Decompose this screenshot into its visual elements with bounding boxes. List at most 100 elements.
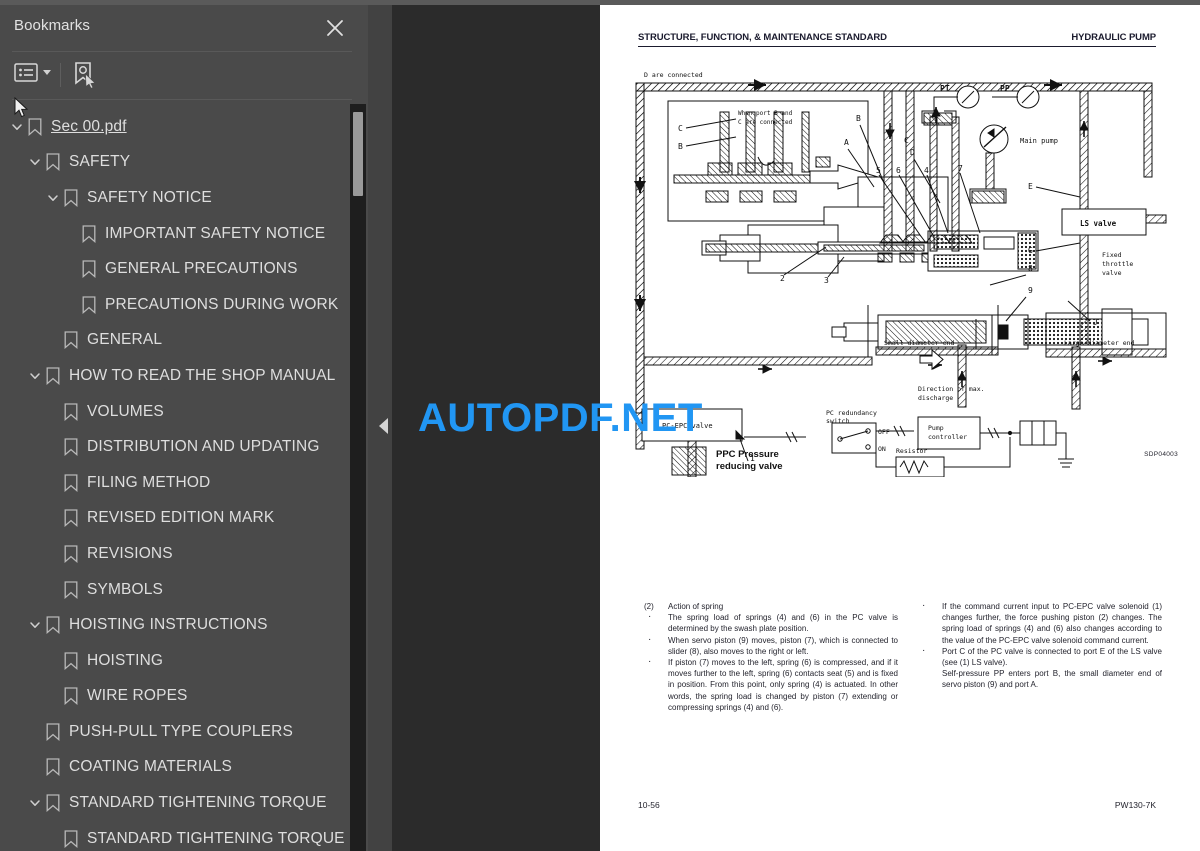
- bookmark-item[interactable]: IMPORTANT SAFETY NOTICE: [0, 216, 352, 252]
- panel-title: Bookmarks: [14, 17, 90, 34]
- bookmark-item[interactable]: FILING METHOD: [0, 465, 352, 501]
- list-options-icon: [14, 63, 38, 82]
- svg-text:E: E: [1028, 182, 1033, 191]
- svg-text:PP: PP: [1000, 84, 1010, 93]
- bookmark-icon: [62, 402, 80, 421]
- bookmark-icon: [62, 687, 80, 706]
- svg-text:discharge: discharge: [918, 394, 953, 402]
- diagram-label-d-connected: D are connected: [644, 71, 703, 79]
- right-bullet-1: · If the command current input to PC-EPC…: [918, 600, 1162, 646]
- svg-text:6: 6: [896, 166, 901, 175]
- bookmark-item[interactable]: HOISTING INSTRUCTIONS: [0, 607, 352, 643]
- bullet-marker: ·: [922, 644, 926, 656]
- bookmark-item[interactable]: PUSH-PULL TYPE COUPLERS: [0, 714, 352, 750]
- bookmarks-toolbar: [0, 55, 368, 99]
- chevron-down-icon[interactable]: [26, 794, 44, 812]
- right-bullet-1-text: If the command current input to PC-EPC v…: [942, 602, 1162, 645]
- figure-code: SDP04003: [1144, 451, 1178, 458]
- bullet-marker: ·: [648, 633, 652, 645]
- svg-text:Small diameter end: Small diameter end: [884, 339, 955, 347]
- bookmark-label: STANDARD TIGHTENING TORQUE: [87, 829, 345, 847]
- svg-text:Pump: Pump: [928, 424, 944, 432]
- svg-text:G: G: [1028, 246, 1033, 255]
- hydraulic-pump-schematic: D are connected When port B and C are co…: [628, 57, 1168, 477]
- svg-text:3: 3: [824, 276, 829, 285]
- svg-text:PC-EPC valve: PC-EPC valve: [662, 422, 713, 430]
- left-bullet-3: · If piston (7) moves to the left, sprin…: [644, 656, 898, 713]
- chevron-down-icon[interactable]: [8, 118, 26, 136]
- panel-divider-bottom: [12, 99, 352, 100]
- bookmark-icon: [80, 224, 98, 243]
- bookmark-item[interactable]: VOLUMES: [0, 394, 352, 430]
- bookmark-icon: [26, 118, 44, 136]
- svg-text:valve: valve: [1102, 269, 1122, 277]
- bookmark-item[interactable]: GENERAL: [0, 323, 352, 359]
- bookmark-label: GENERAL: [87, 331, 163, 349]
- bookmark-label: HOISTING INSTRUCTIONS: [69, 616, 268, 634]
- bookmark-label: GENERAL PRECAUTIONS: [105, 260, 298, 278]
- svg-text:LS valve: LS valve: [1080, 219, 1117, 228]
- bullet-marker: ·: [648, 656, 652, 668]
- bookmark-label: HOW TO READ THE SHOP MANUAL: [69, 366, 336, 384]
- bookmark-item[interactable]: STANDARD TIGHTENING TORQUE: [0, 785, 352, 821]
- bookmark-item[interactable]: HOW TO READ THE SHOP MANUAL: [0, 358, 352, 394]
- bookmark-label: PRECAUTIONS DURING WORK: [105, 295, 339, 313]
- bookmark-item[interactable]: GENERAL PRECAUTIONS: [0, 251, 352, 287]
- svg-text:8: 8: [1028, 264, 1033, 273]
- svg-text:throttle: throttle: [1102, 260, 1133, 268]
- bookmark-item[interactable]: SAFETY NOTICE: [0, 180, 352, 216]
- bookmark-item[interactable]: HOISTING: [0, 643, 352, 679]
- svg-text:J: J: [1093, 318, 1098, 327]
- svg-text:9: 9: [1028, 286, 1033, 295]
- bookmark-item[interactable]: Sec 00.pdf: [0, 109, 352, 145]
- bookmark-options-button[interactable]: [14, 63, 51, 82]
- bookmark-label: HOISTING: [87, 651, 164, 669]
- svg-text:reducing valve: reducing valve: [716, 461, 783, 472]
- bookmark-label: SYMBOLS: [87, 580, 163, 598]
- left-bullet-1-text: The spring load of springs (4) and (6) i…: [668, 613, 898, 634]
- bookmark-icon: [80, 296, 98, 314]
- bookmark-icon: [62, 830, 80, 848]
- bookmark-item[interactable]: SYMBOLS: [0, 572, 352, 608]
- document-viewer: STRUCTURE, FUNCTION, & MAINTENANCE STAND…: [392, 5, 1200, 851]
- svg-text:controller: controller: [928, 433, 967, 441]
- bookmarks-panel-header: Bookmarks: [0, 5, 368, 51]
- page-header-right: HYDRAULIC PUMP: [1071, 32, 1156, 43]
- bookmark-icon: [62, 545, 80, 563]
- chevron-down-icon[interactable]: [26, 616, 44, 634]
- chevron-down-icon[interactable]: [26, 367, 44, 385]
- bullet-marker: ·: [922, 600, 926, 611]
- svg-text:Fixed: Fixed: [1102, 251, 1122, 259]
- bookmarks-scrollbar-thumb[interactable]: [353, 112, 363, 196]
- svg-text:A: A: [844, 138, 849, 147]
- text-column-right: · If the command current input to PC-EPC…: [918, 600, 1162, 691]
- bookmark-label: IMPORTANT SAFETY NOTICE: [105, 224, 326, 242]
- bookmark-item[interactable]: COATING MATERIALS: [0, 750, 352, 786]
- chevron-down-icon[interactable]: [44, 189, 62, 207]
- bookmark-label: STANDARD TIGHTENING TORQUE: [69, 794, 327, 812]
- bookmarks-scrollbar-track[interactable]: [350, 104, 366, 851]
- bookmark-icon: [62, 438, 80, 457]
- close-icon[interactable]: [322, 15, 348, 41]
- select-bookmark-button[interactable]: [72, 61, 98, 89]
- bookmark-item[interactable]: REVISED EDITION MARK: [0, 501, 352, 537]
- bookmark-label: PUSH-PULL TYPE COUPLERS: [69, 722, 293, 740]
- svg-text:Direction of max.: Direction of max.: [918, 385, 985, 393]
- bookmark-item[interactable]: PRECAUTIONS DURING WORK: [0, 287, 352, 323]
- bookmark-item[interactable]: WIRE ROPES: [0, 679, 352, 715]
- bookmark-label: DISTRIBUTION AND UPDATING: [87, 438, 320, 456]
- bookmark-label: SAFETY: [69, 153, 131, 171]
- bookmark-item[interactable]: SAFETY: [0, 145, 352, 181]
- bookmark-icon: [62, 189, 80, 207]
- bookmark-item[interactable]: REVISIONS: [0, 536, 352, 572]
- bookmarks-tree[interactable]: Sec 00.pdf SAFETY SAFETY NOTICE IMPORTANT S…: [0, 109, 352, 851]
- collapse-left-arrow-icon[interactable]: [379, 418, 388, 434]
- text-column-left: (2) Action of spring · The spring load o…: [644, 601, 898, 713]
- bookmark-item[interactable]: DISTRIBUTION AND UPDATING: [0, 429, 352, 465]
- left-bullet-2-text: When servo piston (9) moves, piston (7),…: [668, 635, 898, 656]
- chevron-down-icon[interactable]: [26, 153, 44, 171]
- svg-text:PPC Pressure: PPC Pressure: [716, 449, 779, 460]
- toolbar-separator: [60, 63, 61, 87]
- pdf-reader-window: Bookmarks Sec 00.pdf SAFETY SAFETY NOTIC…: [0, 0, 1200, 851]
- bookmark-item[interactable]: STANDARD TIGHTENING TORQUE: [0, 821, 352, 851]
